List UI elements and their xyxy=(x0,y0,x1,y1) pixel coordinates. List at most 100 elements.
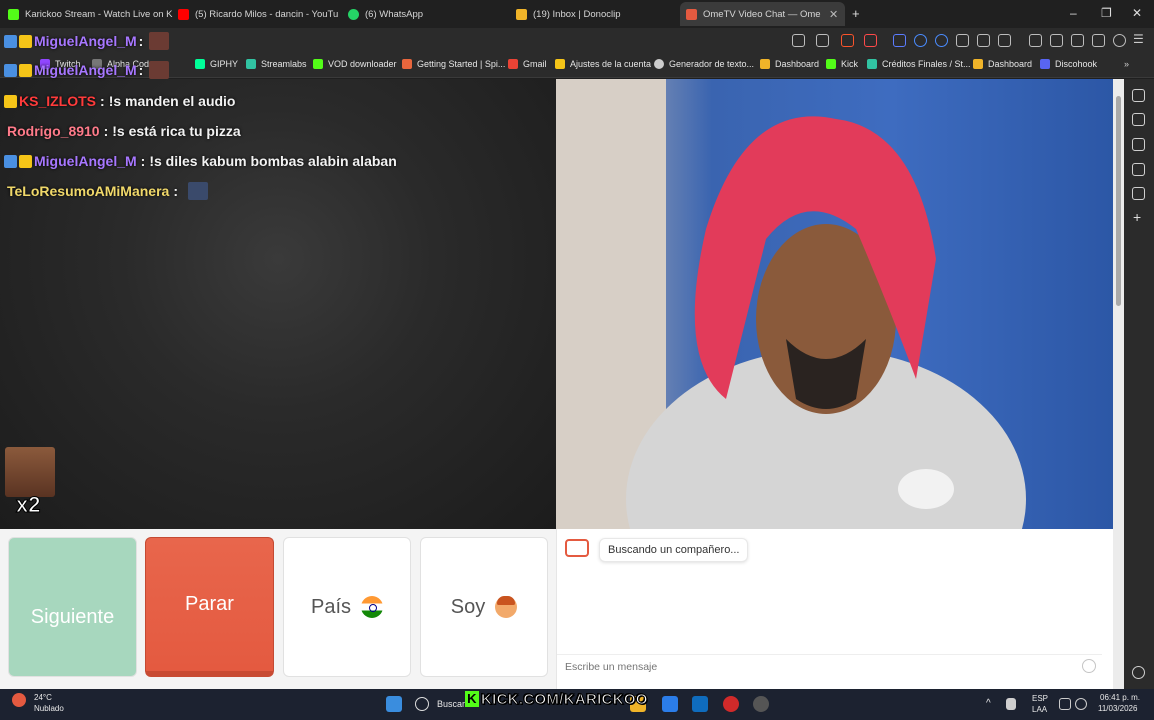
discohook-icon xyxy=(1040,59,1050,69)
taskbar-search[interactable]: Buscar xyxy=(437,699,465,709)
bookmark-getting-started[interactable]: Getting Started | Spi... xyxy=(402,59,505,69)
bookmark-streamlabs[interactable]: Streamlabs xyxy=(246,59,307,69)
tab-donoclip[interactable]: (19) Inbox | Donoclip xyxy=(516,4,676,24)
weather-description[interactable]: Nublado xyxy=(34,704,64,713)
history-icon[interactable] xyxy=(1132,187,1145,200)
stream-watermark: K KICK.COM/KARICKOO xyxy=(463,689,650,709)
volume-icon[interactable] xyxy=(1075,698,1087,710)
crown-badge-icon xyxy=(19,154,32,168)
bookmark-vod-downloader[interactable]: VOD downloader xyxy=(313,59,397,69)
bookmark-giphy[interactable]: GIPHY xyxy=(195,59,238,69)
bookmark-creditos[interactable]: Créditos Finales / St... xyxy=(867,59,971,69)
music-icon[interactable] xyxy=(1029,34,1042,47)
browser-toolbar: ☰ xyxy=(0,28,1154,54)
gear-icon xyxy=(654,59,664,69)
tab-ometv[interactable]: OmeTV Video Chat — Omeg ✕ xyxy=(680,2,845,26)
windows-start-icon[interactable] xyxy=(386,696,402,712)
spicetify-icon xyxy=(402,59,412,69)
settings-icon xyxy=(555,59,565,69)
bookmark-discohook[interactable]: Discohook xyxy=(1040,59,1097,69)
clock-date[interactable]: 11/03/2026 xyxy=(1098,704,1137,713)
bookmark-ajustes[interactable]: Ajustes de la cuenta xyxy=(555,59,651,69)
bookmark-generador[interactable]: Generador de texto... xyxy=(654,59,754,69)
bookmark-dashboard-2[interactable]: Dashboard xyxy=(973,59,1032,69)
gender-filter-button[interactable]: Soy xyxy=(420,537,548,677)
whatsapp-icon xyxy=(348,8,359,20)
close-tab-icon[interactable]: ✕ xyxy=(829,8,838,21)
minimize-button[interactable]: – xyxy=(1070,6,1077,20)
app-icon[interactable] xyxy=(753,696,769,712)
tray-chevron-icon[interactable]: ^ xyxy=(986,698,991,709)
leo-ai-icon[interactable] xyxy=(1132,89,1145,102)
chat-emote xyxy=(188,182,208,200)
stop-button[interactable]: Parar xyxy=(145,537,274,677)
india-flag-icon xyxy=(361,596,384,618)
extension-icon[interactable] xyxy=(956,34,969,47)
donoclip-icon xyxy=(516,8,527,20)
moderator-badge-icon xyxy=(4,154,17,168)
scrollbar-thumb[interactable] xyxy=(1116,96,1121,306)
puzzle-icon[interactable] xyxy=(977,34,990,47)
store-icon[interactable] xyxy=(662,696,678,712)
bookmarks-icon[interactable] xyxy=(1132,163,1145,176)
message-input[interactable] xyxy=(557,654,1102,678)
wallet-icon[interactable] xyxy=(1050,34,1063,47)
brave-shield-icon[interactable] xyxy=(841,34,854,47)
sidebar-icon[interactable] xyxy=(998,34,1011,47)
app-icon[interactable] xyxy=(723,696,739,712)
chat-message: KS_IZLOTS : !s manden el audio xyxy=(4,93,236,109)
tab-youtube[interactable]: (5) Ricardo Milos - dancin - YouTube xyxy=(178,4,338,24)
dashboard-icon xyxy=(973,59,983,69)
bookmark-dashboard[interactable]: Dashboard xyxy=(760,59,819,69)
chat-username: MiguelAngel_M xyxy=(34,62,137,78)
microphone-icon[interactable] xyxy=(1006,698,1016,710)
restore-button[interactable]: ❐ xyxy=(1101,6,1112,20)
kick-icon xyxy=(8,8,19,20)
tab-kick-stream[interactable]: Karickoo Stream - Watch Live on Kick xyxy=(8,4,173,24)
rewards-icon[interactable] xyxy=(864,34,877,47)
chat-text: !s está rica tu pizza xyxy=(112,123,241,139)
more-bookmarks-icon[interactable]: » xyxy=(1124,59,1129,69)
wallet-icon[interactable] xyxy=(1132,138,1145,151)
chat-message: Rodrigo_8910 : !s está rica tu pizza xyxy=(7,123,241,139)
close-window-button[interactable]: ✕ xyxy=(1132,6,1142,20)
vpn-icon[interactable] xyxy=(1113,34,1126,47)
wallet-icon[interactable] xyxy=(1071,34,1084,47)
outlook-icon[interactable] xyxy=(692,696,708,712)
reading-list-icon[interactable] xyxy=(1132,113,1145,126)
clock-time[interactable]: 06:41 p. m. xyxy=(1100,693,1140,702)
network-icon[interactable] xyxy=(1059,698,1071,710)
vod-icon xyxy=(313,59,323,69)
chat-emote xyxy=(149,61,170,79)
chat-message: MiguelAngel_M : xyxy=(4,32,170,50)
ometv-logo-icon xyxy=(565,539,589,557)
new-tab-button[interactable]: + xyxy=(852,6,860,21)
leo-ai-icon[interactable] xyxy=(1092,34,1105,47)
weather-icon[interactable] xyxy=(12,693,26,707)
streamlabs-icon xyxy=(867,59,877,69)
screenshot-icon[interactable] xyxy=(792,34,805,47)
add-icon[interactable]: + xyxy=(1133,209,1146,225)
status-message: Buscando un compañero... xyxy=(599,538,749,562)
bookmark-kick[interactable]: Kick xyxy=(826,59,858,69)
share-icon[interactable] xyxy=(816,34,829,47)
settings-icon[interactable] xyxy=(1132,666,1145,679)
extension-icon[interactable] xyxy=(893,34,906,47)
weather-temperature[interactable]: 24°C xyxy=(34,693,52,702)
emoji-picker-icon[interactable] xyxy=(1082,659,1096,673)
language-variant[interactable]: LAA xyxy=(1032,705,1047,714)
search-icon[interactable] xyxy=(415,697,429,711)
menu-icon[interactable]: ☰ xyxy=(1133,32,1146,46)
tab-whatsapp[interactable]: (6) WhatsApp xyxy=(348,4,508,24)
kick-icon xyxy=(826,59,836,69)
bookmark-gmail[interactable]: Gmail xyxy=(508,59,547,69)
extension-icon[interactable] xyxy=(914,34,927,47)
country-filter-button[interactable]: País xyxy=(283,537,411,677)
extension-icon[interactable] xyxy=(935,34,948,47)
crown-badge-icon xyxy=(19,34,32,48)
chat-username: Rodrigo_8910 xyxy=(7,123,100,139)
chat-text: !s manden el audio xyxy=(108,93,236,109)
chat-message: MiguelAngel_M : xyxy=(4,61,170,79)
language-indicator[interactable]: ESP xyxy=(1032,694,1048,703)
next-button[interactable]: Siguiente xyxy=(8,537,137,677)
